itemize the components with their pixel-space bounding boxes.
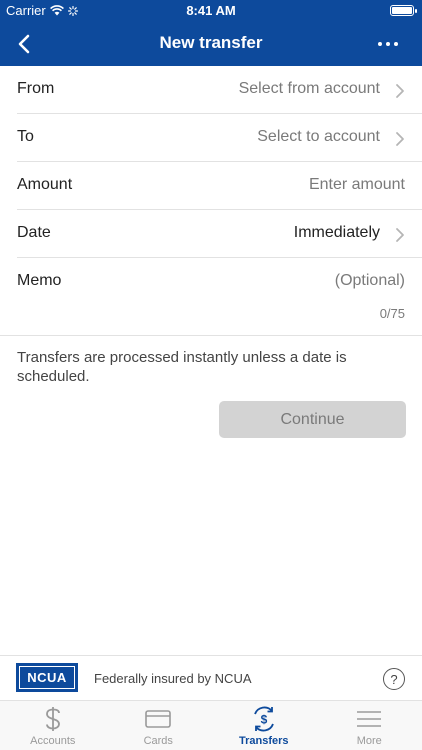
back-button[interactable] — [10, 30, 38, 58]
transfer-note: Transfers are processed instantly unless… — [17, 349, 347, 385]
more-options-button[interactable] — [374, 30, 402, 58]
continue-button[interactable]: Continue — [219, 401, 406, 438]
tab-label: Cards — [143, 735, 173, 747]
battery-icon — [390, 5, 417, 16]
from-account-value: Select from account — [238, 80, 380, 97]
tab-label: Accounts — [30, 735, 76, 747]
from-account-row[interactable]: From Select from account — [17, 66, 422, 114]
memo-character-count: 0/75 — [379, 306, 405, 321]
page-title: New transfer — [159, 33, 263, 52]
dollar-icon — [38, 706, 68, 732]
date-value: Immediately — [293, 224, 380, 241]
tab-label: More — [356, 735, 382, 747]
carrier-label: Carrier — [6, 3, 46, 18]
dot-icon — [386, 42, 390, 46]
tab-more[interactable]: More — [317, 701, 422, 750]
memo-row[interactable]: Memo (Optional) 0/75 — [0, 258, 422, 336]
from-label: From — [17, 80, 55, 97]
tab-transfers[interactable]: $ Transfers — [211, 701, 317, 750]
menu-icon — [354, 706, 384, 732]
transfer-icon: $ — [249, 706, 279, 732]
tab-label: Transfers — [238, 735, 289, 747]
to-account-row[interactable]: To Select to account — [17, 114, 422, 162]
chevron-left-icon — [18, 34, 30, 54]
chevron-right-icon — [396, 84, 404, 98]
nav-bar: New transfer — [0, 22, 422, 66]
tab-cards[interactable]: Cards — [106, 701, 212, 750]
ncua-logo: NCUA — [16, 663, 78, 692]
dot-icon — [378, 42, 382, 46]
amount-label: Amount — [17, 176, 73, 193]
help-icon[interactable]: ? — [383, 668, 405, 690]
card-icon — [143, 706, 173, 732]
loading-spinner-icon — [67, 5, 78, 16]
chevron-right-icon — [396, 228, 404, 242]
ncua-footer: NCUA Federally insured by NCUA ? — [0, 655, 422, 700]
tab-bar: Accounts Cards $ Transfers More — [0, 700, 422, 750]
to-account-value: Select to account — [257, 128, 380, 145]
to-label: To — [17, 128, 34, 145]
carrier-indicator: Carrier — [6, 3, 78, 18]
date-label: Date — [17, 224, 51, 241]
memo-input[interactable]: (Optional) — [335, 272, 405, 290]
date-row[interactable]: Date Immediately — [17, 210, 422, 258]
tab-accounts[interactable]: Accounts — [0, 701, 106, 750]
transfer-form: From Select from account To Select to ac… — [0, 66, 422, 336]
ncua-insured-text: Federally insured by NCUA — [94, 671, 252, 686]
status-bar: Carrier 8:41 AM — [0, 0, 422, 22]
amount-row[interactable]: Amount Enter amount — [17, 162, 422, 210]
amount-input[interactable]: Enter amount — [309, 176, 405, 194]
dot-icon — [394, 42, 398, 46]
wifi-icon — [49, 5, 64, 16]
chevron-right-icon — [396, 132, 404, 146]
svg-text:$: $ — [260, 713, 267, 727]
memo-label: Memo — [17, 272, 62, 289]
